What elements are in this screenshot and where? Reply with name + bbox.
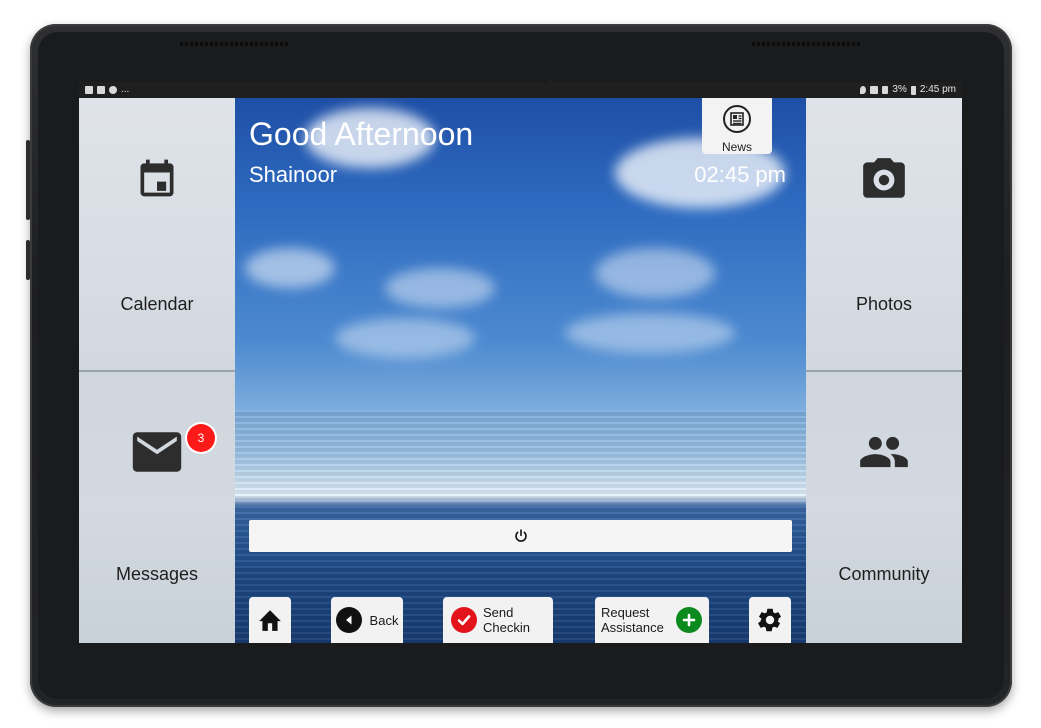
photos-label: Photos <box>855 294 913 314</box>
signal-icon <box>882 86 889 94</box>
status-bar-right: 3% 2:45 pm <box>860 82 956 98</box>
status-bar-left: ... <box>85 82 129 98</box>
current-time: 02:45 pm <box>694 162 786 187</box>
back-label: Back <box>369 612 399 628</box>
status-bar: ... 3% 2:45 pm <box>79 82 962 98</box>
power-icon <box>514 529 527 542</box>
back-button[interactable]: Back <box>331 597 403 643</box>
request-assistance-line1: Request <box>601 605 650 620</box>
battery-percent: 3% <box>892 84 907 95</box>
request-assistance-label: Request Assistance <box>601 605 664 635</box>
photos-tile[interactable]: Photos <box>806 98 962 370</box>
camera-icon <box>863 158 905 198</box>
power-button[interactable] <box>249 520 792 552</box>
notification-icon <box>109 86 117 94</box>
power-side-button <box>26 240 30 280</box>
gear-icon <box>758 608 781 632</box>
home-icon <box>259 610 281 631</box>
volume-button <box>26 140 30 220</box>
cloud <box>565 313 735 353</box>
cloud <box>245 248 335 288</box>
cloud <box>385 268 495 308</box>
alarm-icon <box>870 86 879 94</box>
community-tile[interactable]: Community <box>806 372 962 643</box>
greeting-text: Good Afternoon <box>249 116 474 152</box>
checkmark-icon <box>451 607 477 633</box>
news-label: News <box>721 140 752 154</box>
home-button[interactable] <box>249 597 291 643</box>
newspaper-icon <box>723 105 751 133</box>
tablet-screen: ... 3% 2:45 pm Calendar 3 Messages Photo… <box>79 82 962 643</box>
send-checkin-button[interactable]: Send Checkin <box>443 597 553 643</box>
location-icon <box>860 86 867 94</box>
home-background: Good Afternoon Shainoor 02:45 pm News Ba… <box>235 98 806 643</box>
play-store-icon <box>85 86 93 94</box>
mail-icon <box>132 432 182 472</box>
settings-button[interactable] <box>749 597 791 643</box>
request-assistance-line2: Assistance <box>601 620 664 635</box>
unread-count-badge: 3 <box>187 424 215 452</box>
calendar-tile[interactable]: Calendar <box>79 98 235 370</box>
calendar-icon <box>140 159 174 197</box>
messages-tile[interactable]: 3 Messages <box>79 372 235 643</box>
messages-label: Messages <box>115 564 199 584</box>
calendar-label: Calendar <box>120 294 194 314</box>
send-checkin-line1: Send <box>483 605 514 620</box>
request-assistance-button[interactable]: Request Assistance <box>595 597 709 643</box>
people-icon <box>860 436 908 468</box>
cloud <box>335 318 475 358</box>
send-checkin-label: Send Checkin <box>483 605 530 635</box>
user-name: Shainoor <box>249 162 338 187</box>
community-label: Community <box>838 564 930 584</box>
cloud <box>595 248 715 298</box>
speaker-grille-left <box>180 42 290 46</box>
send-checkin-line2: Checkin <box>483 620 530 635</box>
back-arrow-icon <box>335 607 362 633</box>
gallery-icon <box>97 86 105 94</box>
speaker-grille-right <box>752 42 862 46</box>
battery-icon <box>910 85 916 95</box>
news-button[interactable]: News <box>702 98 772 154</box>
status-time: 2:45 pm <box>919 84 956 95</box>
plus-icon <box>675 607 702 633</box>
status-overflow: ... <box>121 84 130 95</box>
